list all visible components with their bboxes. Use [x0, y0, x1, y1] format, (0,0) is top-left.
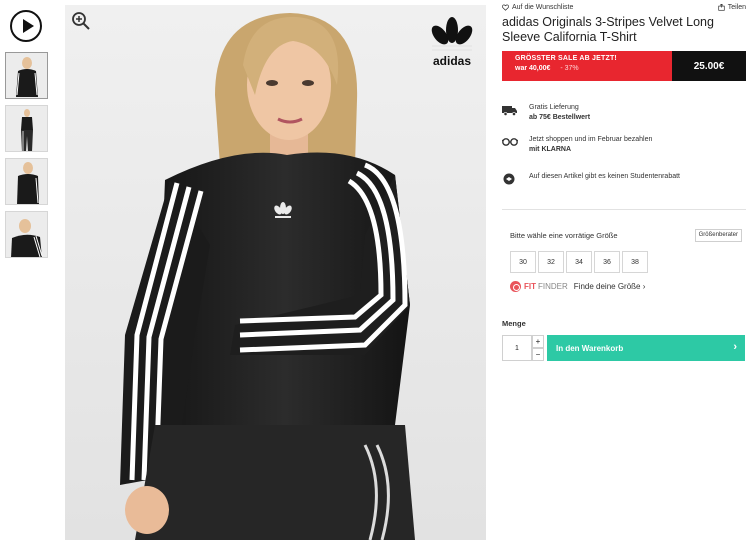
zoom-in-icon[interactable] — [71, 11, 91, 31]
price-bar: GRÖSSTER SALE AB JETZT! war 40,00€ - 37%… — [502, 51, 746, 81]
play-video-icon[interactable] — [10, 10, 42, 42]
divider — [502, 209, 746, 210]
product-title: adidas Originals 3-Stripes Velvet Long S… — [502, 15, 714, 44]
size-options: 30 32 34 36 38 — [510, 251, 650, 273]
sale-banner: GRÖSSTER SALE AB JETZT! war 40,00€ - 37% — [502, 51, 672, 81]
truck-icon — [502, 106, 517, 116]
sale-headline: GRÖSSTER SALE AB JETZT! — [515, 55, 617, 62]
usp-klarna: Jetzt shoppen und im Februar bezahlen mi… — [502, 135, 652, 155]
student-info-icon — [503, 173, 515, 185]
top-links: Auf die Wunschliste Teilen — [502, 4, 746, 14]
usp-line: Auf diesen Artikel gibt es keinen Studen… — [529, 173, 680, 180]
wishlist-label: Auf die Wunschliste — [512, 4, 574, 11]
size-option-36[interactable]: 36 — [594, 251, 620, 273]
thumbnail-3[interactable] — [5, 158, 48, 205]
usp-line: Gratis Lieferung — [529, 104, 579, 111]
product-main-image[interactable]: adidas — [65, 5, 486, 540]
quantity-input[interactable]: 1 — [502, 335, 532, 361]
heart-icon — [502, 4, 509, 11]
thumbnail-4[interactable] — [5, 211, 48, 258]
share-link[interactable]: Teilen — [718, 4, 746, 11]
usp-student: Auf diesen Artikel gibt es keinen Studen… — [502, 172, 680, 185]
thumbnail-rail — [0, 0, 60, 540]
share-label: Teilen — [727, 4, 746, 11]
usp-line: ab 75€ Bestellwert — [529, 114, 591, 121]
svg-text:adidas: adidas — [433, 54, 471, 67]
fit-finder-finder: FINDER — [538, 282, 568, 291]
quantity-increase-button[interactable]: + — [532, 335, 544, 348]
add-to-cart-button[interactable]: In den Warenkorb › — [547, 335, 745, 361]
product-info-panel: Auf die Wunschliste Teilen adidas Origin… — [498, 0, 748, 540]
sale-details: war 40,00€ - 37% — [515, 65, 672, 72]
wishlist-link[interactable]: Auf die Wunschliste — [502, 4, 573, 11]
current-price: 25.00€ — [672, 51, 746, 81]
quantity-label: Menge — [502, 319, 526, 328]
adidas-trefoil-logo: adidas — [431, 17, 473, 67]
size-option-30[interactable]: 30 — [510, 251, 536, 273]
size-option-32[interactable]: 32 — [538, 251, 564, 273]
thumbnail-2[interactable] — [5, 105, 48, 152]
usp-line: mit KLARNA — [529, 146, 571, 153]
original-price: war 40,00€ — [515, 65, 551, 72]
size-heading: Bitte wähle eine vorrätige Größe — [510, 231, 618, 240]
fit-finder-cta: Finde deine Größe › — [573, 282, 646, 291]
fit-finder-icon — [510, 281, 521, 292]
size-option-38[interactable]: 38 — [622, 251, 648, 273]
usp-line: Jetzt shoppen und im Februar bezahlen — [529, 136, 653, 143]
thumbnail-1[interactable] — [5, 52, 48, 99]
klarna-glasses-icon — [502, 138, 518, 146]
usp-free-delivery: Gratis Lieferung ab 75€ Bestellwert — [502, 103, 590, 123]
fit-finder-link[interactable]: FIT FINDER Finde deine Größe › — [510, 281, 645, 292]
share-icon — [718, 4, 725, 11]
chevron-right-icon: › — [733, 341, 737, 353]
size-option-34[interactable]: 34 — [566, 251, 592, 273]
discount-percent: - 37% — [560, 65, 579, 72]
add-to-cart-label: In den Warenkorb — [556, 343, 624, 353]
product-photo — [65, 5, 486, 540]
fit-finder-fit: FIT — [524, 282, 536, 291]
quantity-decrease-button[interactable]: − — [532, 348, 544, 361]
size-guide-button[interactable]: Größenberater — [694, 229, 742, 242]
